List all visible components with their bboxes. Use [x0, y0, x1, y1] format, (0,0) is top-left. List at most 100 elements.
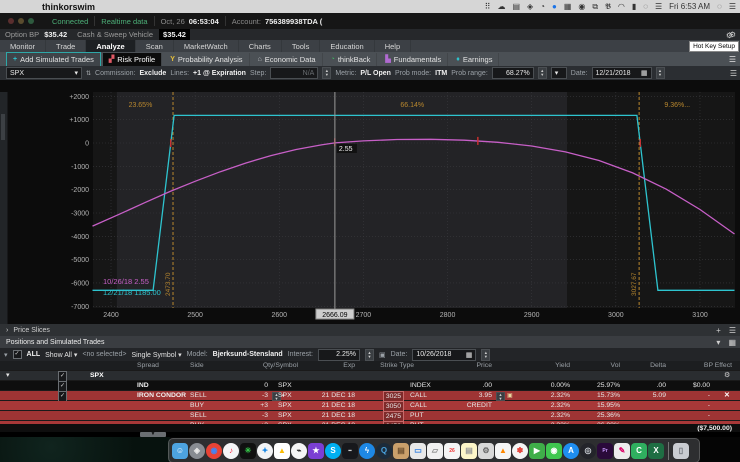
- analysis-date-stepper[interactable]: ▲ ▼: [481, 348, 491, 361]
- qty-value[interactable]: 0: [228, 381, 268, 390]
- keynote-icon[interactable]: ▭: [410, 442, 426, 459]
- collapse-icon[interactable]: ▾: [716, 338, 720, 347]
- photos-icon[interactable]: ✽: [512, 442, 528, 459]
- side-value[interactable]: SELL: [190, 391, 207, 400]
- prob-range-dropdown[interactable]: ▾: [550, 67, 567, 79]
- system-prefs-icon[interactable]: ⚙: [478, 442, 494, 459]
- prob-range-stepper[interactable]: ▲ ▼: [537, 67, 547, 79]
- strike-value[interactable]: 3025: [358, 391, 404, 402]
- expiration-value[interactable]: 21 DEC 18: [300, 401, 355, 410]
- traffic-light-close[interactable]: [8, 18, 14, 24]
- safari-icon[interactable]: ✦: [257, 442, 273, 459]
- tab-trade[interactable]: Trade: [46, 40, 87, 52]
- subtab-earnings[interactable]: ♦ Earnings: [450, 52, 500, 66]
- thinkorswim-dock-icon[interactable]: ✳: [240, 442, 256, 459]
- single-symbol-dropdown[interactable]: Single Symbol ▾: [131, 351, 181, 359]
- tab-charts[interactable]: Charts: [239, 40, 282, 52]
- no-selected-dropdown[interactable]: <no selected>: [82, 351, 126, 358]
- trash-icon[interactable]: ▯: [673, 442, 689, 459]
- show-all-dropdown[interactable]: Show All ▾: [45, 351, 77, 359]
- notification-icon[interactable]: ☰: [655, 2, 662, 12]
- paint-app-icon[interactable]: ✎: [614, 442, 630, 459]
- risk-profile-plot[interactable]: +2000 +1000 0 -1000 -2000 -3000 -4000 -5000 -600…: [0, 80, 740, 330]
- price-value[interactable]: .00: [440, 381, 492, 390]
- option-type-value[interactable]: INDEX: [410, 381, 431, 390]
- qty-value[interactable]: +3: [228, 401, 268, 410]
- col-bp-effect[interactable]: BP Effect: [650, 361, 732, 370]
- wifi-icon[interactable]: ◠: [618, 2, 625, 12]
- battery-icon[interactable]: ▮: [632, 2, 636, 12]
- price-value[interactable]: [440, 411, 492, 420]
- link-icon[interactable]: ⇅: [86, 70, 91, 77]
- expiration-value[interactable]: 21 DEC 18: [300, 391, 355, 400]
- subtab-fundamentals[interactable]: ▙ Fundamentals: [379, 52, 449, 66]
- launchpad-icon[interactable]: ◈: [189, 442, 205, 459]
- iron-condor-leg-row[interactable]: ✓ IRON CONDOR SELL -3 ▲ ▼ ▾ SPX 21 DEC 18 3025 CAL…: [0, 391, 740, 402]
- model-dropdown[interactable]: Bjerksund-Stensland: [213, 351, 283, 358]
- tab-marketwatch[interactable]: MarketWatch: [174, 40, 239, 52]
- tab-analyze[interactable]: Analyze: [86, 40, 136, 52]
- symbol-group-row[interactable]: ▾ ✓ SPX ⚙: [0, 371, 740, 382]
- star-app-icon[interactable]: ★: [308, 442, 324, 459]
- lock-icon[interactable]: ▣: [379, 351, 386, 359]
- calendar-icon[interactable]: 26: [444, 442, 460, 459]
- subtab-economic-data[interactable]: ⌂ Economic Data: [252, 52, 323, 66]
- excel-icon[interactable]: X: [648, 442, 664, 459]
- dropbox-icon[interactable]: ⠿: [485, 2, 491, 12]
- col-qty-symbol[interactable]: Qty/Symbol: [228, 361, 298, 370]
- prob-range-input[interactable]: 68.27%: [491, 67, 534, 79]
- screen-rec-icon[interactable]: ▶: [529, 442, 545, 459]
- tab-help[interactable]: Help: [375, 40, 412, 52]
- traffic-light-zoom[interactable]: [28, 18, 34, 24]
- expiration-value[interactable]: [300, 381, 355, 390]
- airplay-icon[interactable]: ⧉: [592, 2, 598, 12]
- metric-value[interactable]: P/L Open: [360, 70, 391, 77]
- subtab-risk-profile[interactable]: ▞ Risk Profile: [102, 52, 163, 66]
- option-type-value[interactable]: CALL: [410, 401, 427, 410]
- google-drive-icon[interactable]: ▲: [274, 442, 290, 459]
- gear-icon[interactable]: ⚙: [726, 31, 733, 40]
- spread-name[interactable]: IND: [137, 381, 149, 390]
- keyboard-icon[interactable]: ▦: [564, 2, 572, 12]
- exp-date-input[interactable]: 12/21/2018 ▦: [591, 67, 652, 79]
- bluetooth-icon[interactable]: 𝕭: [605, 2, 611, 12]
- strike-value[interactable]: 2475: [358, 411, 404, 422]
- menubar-icon-strip[interactable]: ⠿ ☁ ▤ ◈ ◔ ● ▦ ◉ ⧉ 𝕭 ◠ ▮ ◌ ☰: [485, 2, 663, 12]
- iron-condor-leg-row[interactable]: SELL -3 SPX 21 DEC 18 2475 PUT 2.32% 25.36% -: [0, 411, 740, 422]
- col-vol[interactable]: Vol: [572, 361, 620, 370]
- facetime-icon[interactable]: ◉: [546, 442, 562, 459]
- cloud-icon[interactable]: ☁: [497, 2, 505, 12]
- positions-header[interactable]: Positions and Simulated Trades ▾ ▦: [0, 336, 740, 348]
- panel-menu-icon[interactable]: ☰: [730, 69, 737, 78]
- col-strike-type[interactable]: Strike Type: [358, 361, 414, 370]
- bluetooth-app-icon[interactable]: ●: [552, 2, 557, 12]
- subtab-probability-analysis[interactable]: Y Probability Analysis: [164, 52, 250, 66]
- expander-icon[interactable]: ›: [6, 327, 8, 334]
- lines-value[interactable]: +1 @ Expiration: [193, 70, 246, 77]
- spotlight-icon[interactable]: ◌: [717, 2, 722, 11]
- tab-tools[interactable]: Tools: [282, 40, 321, 52]
- subtab-thinkback[interactable]: ◔ thinkBack: [325, 52, 378, 66]
- select-all-checkbox[interactable]: ✓: [12, 350, 22, 359]
- price-value[interactable]: 3.95: [440, 391, 492, 400]
- qty-value[interactable]: -3: [228, 391, 268, 400]
- clock-menu-icon[interactable]: ◔: [540, 2, 545, 12]
- strike-value[interactable]: 3050: [358, 401, 404, 412]
- commission-value[interactable]: Exclude: [139, 70, 166, 77]
- gadget-collapse-strip[interactable]: [0, 92, 8, 330]
- col-exp[interactable]: Exp: [300, 361, 355, 370]
- premiere-icon[interactable]: Pr: [597, 442, 613, 459]
- notes-icon[interactable]: ▤: [461, 442, 477, 459]
- risk-profile-chart[interactable]: +2000 +1000 0 -1000 -2000 -3000 -4000 -5000 -600…: [0, 80, 740, 330]
- exp-date-stepper[interactable]: ▲ ▼: [655, 67, 665, 79]
- subtab-add-simulated-trades[interactable]: + Add Simulated Trades: [6, 51, 101, 67]
- price-controls[interactable]: ▲ ▼ ▣: [496, 392, 513, 401]
- price-value[interactable]: CREDIT: [440, 401, 492, 410]
- step-input[interactable]: N/A: [270, 67, 319, 79]
- lock-icon[interactable]: ▣: [507, 392, 513, 401]
- position-row[interactable]: ✓ IND 0 SPX INDEX .00 0.00% 25.97% .00 $0.00: [0, 381, 740, 392]
- vlc-icon[interactable]: ▲: [495, 442, 511, 459]
- option-type-value[interactable]: PUT: [410, 411, 424, 420]
- qty-value[interactable]: -3: [228, 411, 268, 420]
- group-collapse-icon[interactable]: ▾: [6, 371, 9, 380]
